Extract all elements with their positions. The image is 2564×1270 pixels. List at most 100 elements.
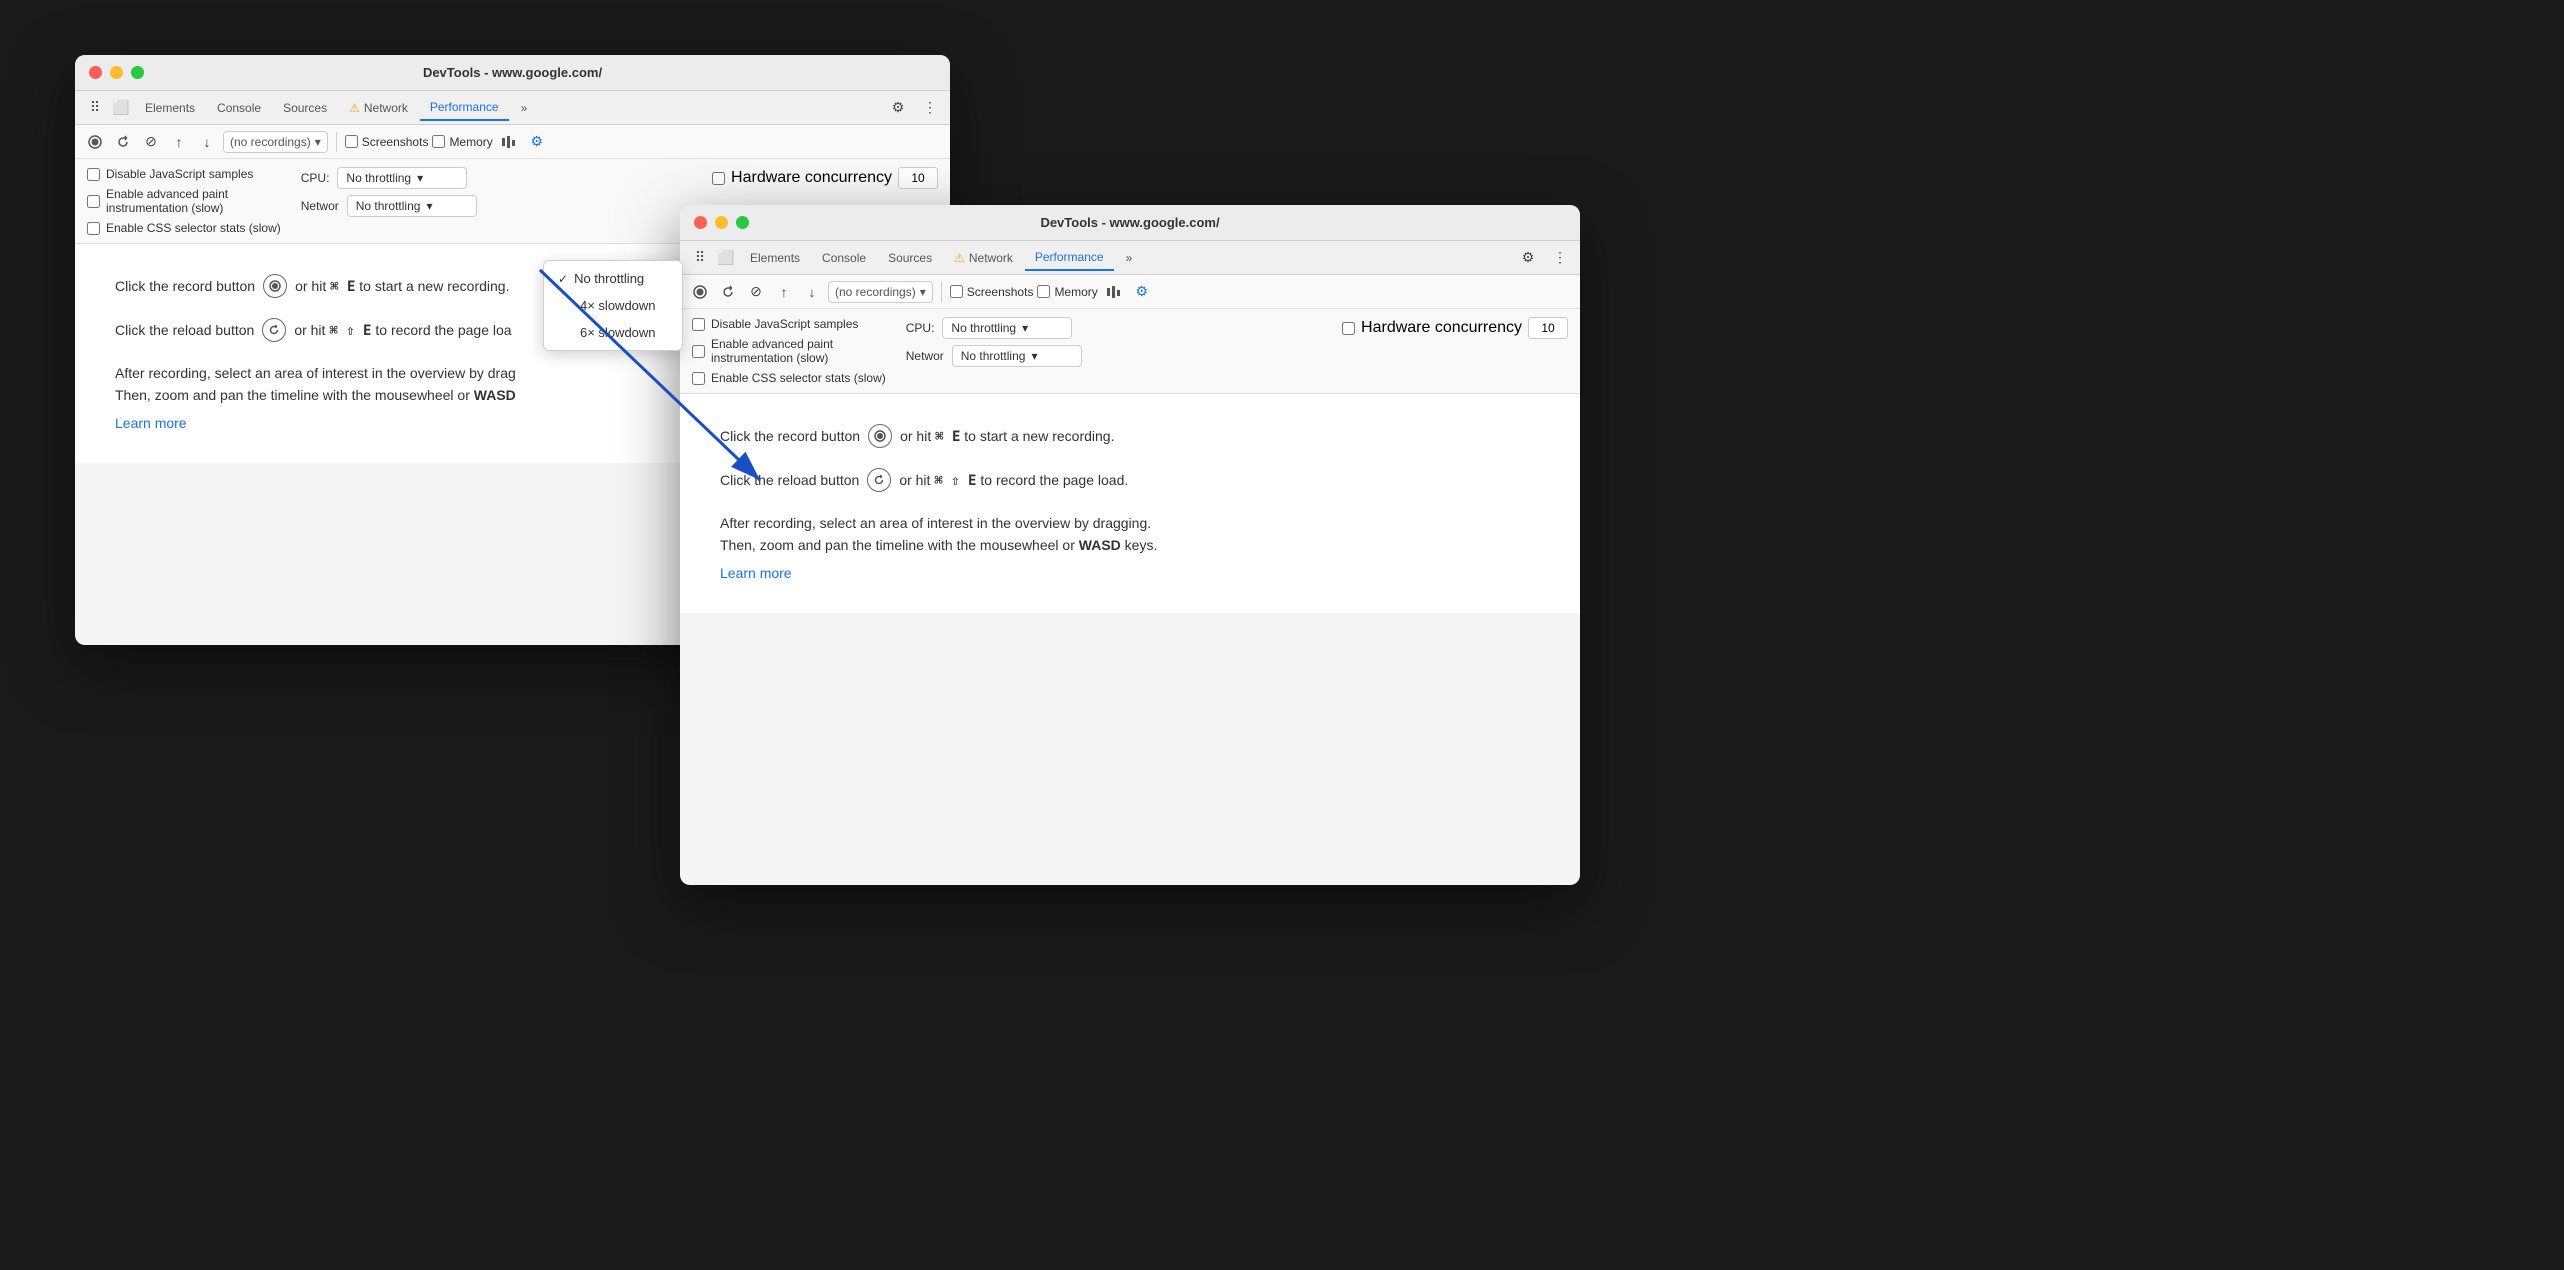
recordings-arrow-back: ▾: [315, 135, 321, 149]
advanced-paint-checkbox-front[interactable]: [692, 345, 705, 358]
tab-icon-device-front[interactable]: ⬜: [714, 246, 738, 270]
toolbar-divider1-front: [941, 282, 942, 302]
record-icon-back: [263, 274, 287, 298]
tab-more-front[interactable]: »: [1116, 245, 1143, 271]
web-vitals-btn-back[interactable]: [497, 130, 521, 154]
recordings-select-back[interactable]: (no recordings) ▾: [223, 131, 328, 153]
screenshots-label-front: Screenshots: [967, 285, 1034, 299]
cpu-label-front: CPU:: [906, 321, 935, 335]
disable-js-checkbox-back[interactable]: [87, 168, 100, 181]
memory-checkbox-front[interactable]: [1037, 285, 1050, 298]
tab-elements-front[interactable]: Elements: [740, 245, 810, 271]
learn-more-link-front[interactable]: Learn more: [720, 565, 792, 581]
download-btn-back[interactable]: ↓: [195, 130, 219, 154]
6x-slowdown-option-back[interactable]: 6× slowdown: [544, 319, 682, 346]
advanced-paint-label-front: Enable advanced paintinstrumentation (sl…: [711, 337, 833, 365]
hw-concurrency-group-back: Hardware concurrency: [712, 167, 938, 189]
hw-concurrency-input-front[interactable]: [1528, 317, 1568, 339]
more-options-icon-front[interactable]: ⋮: [1548, 246, 1572, 270]
cpu-row-front: CPU: No throttling ▾: [906, 317, 1082, 339]
recordings-placeholder-front: (no recordings): [835, 285, 916, 299]
maximize-button-back[interactable]: [131, 66, 144, 79]
minimize-button-front[interactable]: [715, 216, 728, 229]
reload-btn-back[interactable]: [111, 130, 135, 154]
tab-icon-selector-front[interactable]: ⠿: [688, 246, 712, 270]
more-options-icon-back[interactable]: ⋮: [918, 96, 942, 120]
no-throttling-option-back[interactable]: ✓ No throttling: [544, 265, 682, 292]
close-button-back[interactable]: [89, 66, 102, 79]
minimize-button-back[interactable]: [110, 66, 123, 79]
toolbar-front: ⊘ ↑ ↓ (no recordings) ▾ Screenshots Memo…: [680, 275, 1580, 309]
tab-console-back[interactable]: Console: [207, 95, 271, 121]
options-right-front: CPU: No throttling ▾ Networ No throttlin…: [906, 317, 1082, 367]
network-dropdown-front[interactable]: No throttling ▾: [952, 345, 1082, 367]
download-btn-front[interactable]: ↓: [800, 280, 824, 304]
css-selector-row-back: Enable CSS selector stats (slow): [87, 221, 281, 235]
reload-text-back: Click the reload button: [115, 322, 254, 338]
tab-icon-device[interactable]: ⬜: [109, 96, 133, 120]
hw-concurrency-checkbox-back[interactable]: [712, 172, 725, 185]
reload-instruction-front: Click the reload button or hit ⌘ ⇧ E to …: [720, 468, 1540, 492]
check-icon-back: ✓: [558, 272, 568, 286]
settings-gear-btn-back[interactable]: ⚙: [525, 130, 549, 154]
reload-icon-front: [867, 468, 891, 492]
tab-network-front[interactable]: ⚠ Network: [944, 245, 1023, 271]
disable-js-checkbox-front[interactable]: [692, 318, 705, 331]
screenshots-checkbox-back[interactable]: [345, 135, 358, 148]
settings-icon-back[interactable]: ⚙: [886, 96, 910, 120]
advanced-paint-checkbox-back[interactable]: [87, 195, 100, 208]
memory-checkbox-back[interactable]: [432, 135, 445, 148]
screenshots-checkbox-front[interactable]: [950, 285, 963, 298]
memory-group-back: Memory: [432, 135, 492, 149]
settings-icon-front[interactable]: ⚙: [1516, 246, 1540, 270]
close-button-front[interactable]: [694, 216, 707, 229]
network-warning-icon-back: ⚠: [349, 101, 360, 115]
advanced-paint-row-front: Enable advanced paintinstrumentation (sl…: [692, 337, 886, 365]
cpu-dropdown-back[interactable]: No throttling ▾: [337, 167, 467, 189]
css-selector-checkbox-front[interactable]: [692, 372, 705, 385]
network-label-front: Networ: [906, 349, 944, 363]
screenshots-label-back: Screenshots: [362, 135, 429, 149]
advanced-paint-label-back: Enable advanced paintinstrumentation (sl…: [106, 187, 228, 215]
upload-btn-front[interactable]: ↑: [772, 280, 796, 304]
clear-btn-back[interactable]: ⊘: [139, 130, 163, 154]
options-left-back: Disable JavaScript samples Enable advanc…: [87, 167, 281, 235]
tab-more-back[interactable]: »: [511, 95, 538, 121]
hw-concurrency-group-front: Hardware concurrency: [1342, 317, 1568, 339]
record-instruction-front: Click the record button or hit ⌘ E to st…: [720, 424, 1540, 448]
hw-concurrency-label-front: Hardware concurrency: [1361, 319, 1522, 337]
recordings-select-front[interactable]: (no recordings) ▾: [828, 281, 933, 303]
tab-sources-back[interactable]: Sources: [273, 95, 337, 121]
record-btn-back[interactable]: [83, 130, 107, 154]
maximize-button-front[interactable]: [736, 216, 749, 229]
cpu-arrow-front: ▾: [1022, 321, 1028, 335]
network-row-front: Networ No throttling ▾: [906, 345, 1082, 367]
clear-btn-front[interactable]: ⊘: [744, 280, 768, 304]
tab-elements-back[interactable]: Elements: [135, 95, 205, 121]
network-row-back: Networ No throttling ▾: [301, 195, 477, 217]
disable-js-row-front: Disable JavaScript samples: [692, 317, 886, 331]
reload-btn-front[interactable]: [716, 280, 740, 304]
tab-bar-right-front: ⚙ ⋮: [1516, 246, 1572, 270]
tab-performance-back[interactable]: Performance: [420, 95, 509, 121]
upload-btn-back[interactable]: ↑: [167, 130, 191, 154]
learn-more-link-back[interactable]: Learn more: [115, 415, 187, 431]
tab-icon-selector[interactable]: ⠿: [83, 96, 107, 120]
tab-network-back[interactable]: ⚠ Network: [339, 95, 418, 121]
network-dropdown-back[interactable]: No throttling ▾: [347, 195, 477, 217]
window-title-back: DevTools - www.google.com/: [423, 65, 602, 80]
recordings-arrow-front: ▾: [920, 285, 926, 299]
hw-concurrency-checkbox-front[interactable]: [1342, 322, 1355, 335]
tab-console-front[interactable]: Console: [812, 245, 876, 271]
tab-sources-front[interactable]: Sources: [878, 245, 942, 271]
web-vitals-btn-front[interactable]: [1102, 280, 1126, 304]
4x-slowdown-option-back[interactable]: 4× slowdown: [544, 292, 682, 319]
css-selector-checkbox-back[interactable]: [87, 222, 100, 235]
tab-performance-front[interactable]: Performance: [1025, 245, 1114, 271]
hw-concurrency-input-back[interactable]: [898, 167, 938, 189]
cpu-dropdown-front[interactable]: No throttling ▾: [942, 317, 1072, 339]
disable-js-label-back: Disable JavaScript samples: [106, 167, 253, 181]
settings-gear-btn-front[interactable]: ⚙: [1130, 280, 1154, 304]
network-label-back: Networ: [301, 199, 339, 213]
record-btn-front[interactable]: [688, 280, 712, 304]
